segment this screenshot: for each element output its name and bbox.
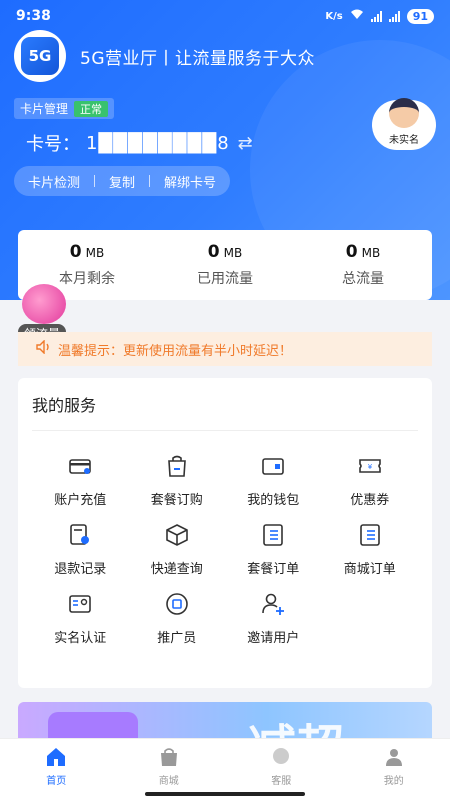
services-grid: 账户充值 套餐订购 我的钱包 ¥ 优惠券 退款记录 快递查询 套餐订单 商城订单 [32,451,418,646]
service-invite-user[interactable]: 邀请用户 [225,589,322,646]
logo-text: 5G [21,37,59,75]
card-number-label: 卡号： [26,134,80,155]
service-realname-auth[interactable]: 实名认证 [32,589,129,646]
network-speed: K/s [325,10,343,22]
service-express-query[interactable]: 快递查询 [129,520,226,577]
traffic-value: 0 [345,242,358,262]
card-status-badge: 正常 [74,100,109,117]
home-icon [47,748,66,766]
tab-label: 客服 [271,776,292,787]
gift-icon [22,284,66,324]
traffic-label: 已用流量 [197,271,253,287]
order-list-icon [258,520,288,550]
bottom-tabbar: 首页 商城 客服 我的 [0,738,450,800]
service-label: 商城订单 [343,562,396,577]
coupon-icon: ¥ [355,451,385,481]
card-management[interactable]: 卡片管理 正常 [14,98,115,119]
tab-label: 我的 [383,776,404,787]
refund-icon [65,520,95,550]
traffic-unit: MB [361,246,381,260]
traffic-value: 0 [69,242,82,262]
speaker-icon [36,339,52,358]
traffic-remaining: 0 MB 本月剩余 [27,242,147,288]
profile-icon [385,749,402,766]
status-time: 9:38 [16,8,51,24]
card-number-value: 1████████8 [86,132,230,154]
swap-icon[interactable]: ⇄ [238,133,253,154]
traffic-unit: MB [85,246,105,260]
svg-text:¥: ¥ [368,463,373,471]
service-label: 退款记录 [54,562,107,577]
service-recharge[interactable]: 账户充值 [32,451,129,508]
notice-bar: 温馨提示：更新使用流量有半小时延迟！ [18,332,432,366]
app-title: 5G营业厅丨让流量服务于大众 [80,48,315,69]
signal-icon-2 [388,10,400,22]
home-indicator[interactable] [145,792,305,796]
service-promoter[interactable]: 推广员 [129,589,226,646]
wallet-icon [258,451,288,481]
card-check-button[interactable]: 卡片检测 [28,172,80,191]
service-label: 优惠券 [350,493,390,508]
tab-home[interactable]: 首页 [16,745,96,800]
traffic-total: 0 MB 总流量 [303,242,423,288]
traffic-value: 0 [207,242,220,262]
wifi-icon [350,9,364,23]
service-package-order[interactable]: 套餐订购 [129,451,226,508]
tab-label: 商城 [158,776,179,787]
service-label: 推广员 [157,631,197,646]
tab-profile[interactable]: 我的 [354,745,434,800]
service-label: 我的钱包 [247,493,300,508]
service-label: 实名认证 [54,631,107,646]
service-label: 套餐订购 [150,493,203,508]
service-refund-records[interactable]: 退款记录 [32,520,129,577]
service-label: 账户充值 [54,493,107,508]
traffic-summary: 0 MB 本月剩余 0 MB 已用流量 0 MB 总流量 [18,230,432,300]
divider [149,175,151,187]
service-label: 套餐订单 [247,562,300,577]
service-icon [273,748,290,764]
service-label: 邀请用户 [247,631,300,646]
traffic-label: 总流量 [342,271,384,287]
brand-header: 5G 5G营业厅丨让流量服务于大众 [14,30,315,82]
package-icon [162,520,192,550]
shop-icon [160,748,177,766]
copy-button[interactable]: 复制 [109,172,135,191]
avatar [389,98,419,128]
service-mall-orders[interactable]: 商城订单 [322,520,419,577]
status-indicators: K/s 91 [325,8,434,24]
service-label: 快递查询 [150,562,203,577]
traffic-used: 0 MB 已用流量 [165,242,285,288]
shopping-bag-icon [162,451,192,481]
service-package-orders[interactable]: 套餐订单 [225,520,322,577]
id-card-icon [65,589,95,619]
realname-avatar-button[interactable]: 未实名 [372,98,436,150]
invite-user-icon [258,589,288,619]
traffic-unit: MB [223,246,243,260]
notice-text: 温馨提示：更新使用流量有半小时延迟！ [58,343,293,359]
signal-icon-1 [370,10,382,22]
card-actions: 卡片检测 复制 解绑卡号 [14,166,231,196]
realname-status: 未实名 [389,135,419,146]
card-number: 卡号： 1████████8 ⇄ [26,130,253,156]
divider [94,175,96,187]
card-icon [65,451,95,481]
tab-label: 首页 [46,776,67,787]
service-coupon[interactable]: ¥ 优惠券 [322,451,419,508]
app-logo: 5G [14,30,66,82]
service-wallet[interactable]: 我的钱包 [225,451,322,508]
card-management-label: 卡片管理 [20,102,69,116]
services-title: 我的服务 [32,378,418,431]
services-panel: 我的服务 账户充值 套餐订购 我的钱包 ¥ 优惠券 退款记录 快递查询 套餐订单 [18,378,432,688]
battery-indicator: 91 [406,8,434,24]
mall-order-icon [355,520,385,550]
unbind-card-button[interactable]: 解绑卡号 [164,172,216,191]
status-bar: 9:38 K/s 91 [0,0,450,32]
promoter-icon [162,589,192,619]
